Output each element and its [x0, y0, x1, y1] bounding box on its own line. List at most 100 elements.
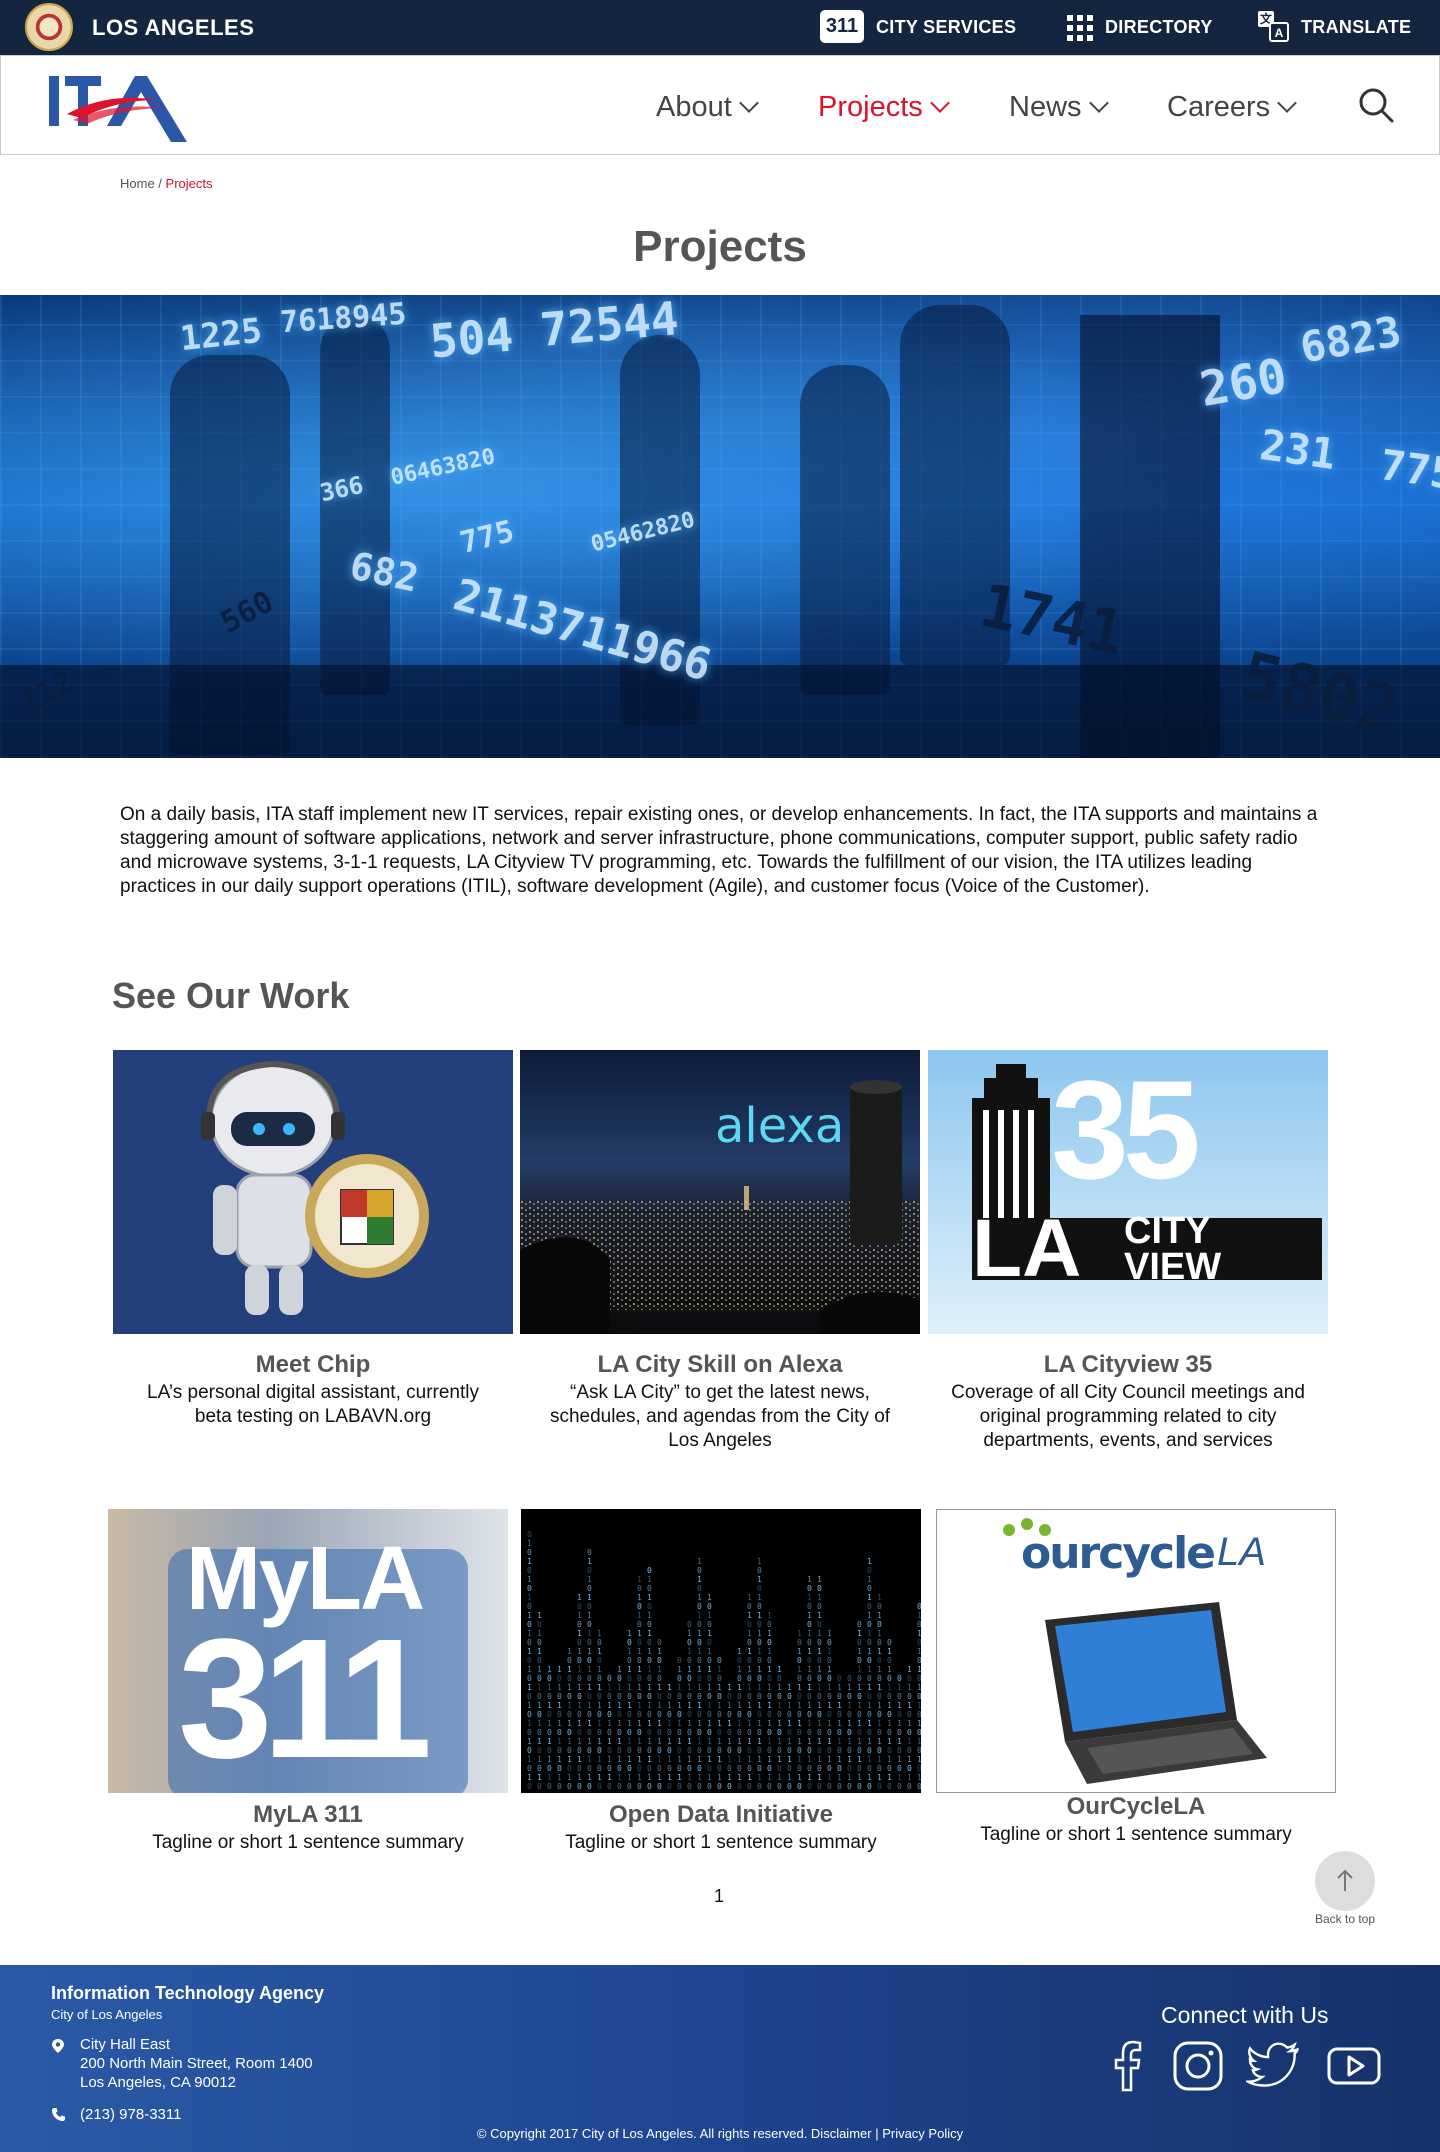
- search-icon[interactable]: [1357, 86, 1395, 124]
- svg-text:1: 1: [527, 1773, 532, 1782]
- svg-text:0: 0: [647, 1638, 652, 1647]
- facebook-icon[interactable]: [1100, 2038, 1156, 2094]
- svg-text:1: 1: [757, 1665, 762, 1674]
- nav-careers[interactable]: Careers: [1167, 91, 1298, 124]
- svg-text:1: 1: [637, 1701, 642, 1710]
- svg-text:0: 0: [757, 1602, 762, 1611]
- breadcrumb-home[interactable]: Home: [120, 176, 155, 191]
- twitter-icon[interactable]: [1246, 2038, 1302, 2094]
- svg-text:1: 1: [917, 1629, 921, 1638]
- svg-text:0: 0: [877, 1746, 882, 1755]
- svg-text:1: 1: [917, 1665, 921, 1674]
- svg-text:1: 1: [697, 1557, 702, 1566]
- svg-text:1: 1: [657, 1755, 662, 1764]
- city-seal-icon[interactable]: [25, 3, 73, 51]
- translate-icon[interactable]: 文 A: [1256, 9, 1290, 43]
- svg-text:1: 1: [777, 1737, 782, 1746]
- svg-text:1: 1: [707, 1719, 712, 1728]
- svg-text:1: 1: [847, 1701, 852, 1710]
- svg-text:1: 1: [807, 1629, 812, 1638]
- nav-news[interactable]: News: [1009, 91, 1109, 124]
- page-number[interactable]: 1: [714, 1886, 724, 1907]
- hero-number: 775: [456, 513, 518, 562]
- svg-text:0: 0: [757, 1638, 762, 1647]
- svg-text:1: 1: [597, 1629, 602, 1638]
- svg-text:1: 1: [907, 1701, 912, 1710]
- nav-projects[interactable]: Projects: [818, 91, 950, 124]
- hero-silhouette: [800, 365, 890, 695]
- ita-logo[interactable]: [47, 74, 192, 142]
- svg-text:1: 1: [867, 1647, 872, 1656]
- card-title[interactable]: MyLA 311: [108, 1801, 508, 1829]
- svg-text:0: 0: [807, 1710, 812, 1719]
- project-card-ourcycle[interactable]: ourcycle LA OurCycleLA Tagline or short …: [936, 1509, 1336, 1847]
- svg-text:0: 0: [887, 1692, 892, 1701]
- svg-text:0: 0: [687, 1710, 692, 1719]
- svg-text:0: 0: [787, 1782, 792, 1791]
- svg-text:0: 0: [587, 1602, 592, 1611]
- nav-about[interactable]: About: [656, 91, 759, 124]
- svg-text:0: 0: [547, 1710, 552, 1719]
- instagram-icon[interactable]: [1170, 2038, 1226, 2094]
- card-title[interactable]: Meet Chip: [113, 1351, 513, 1379]
- svg-text:0: 0: [567, 1710, 572, 1719]
- back-to-top-button[interactable]: [1315, 1851, 1375, 1911]
- svg-text:0: 0: [797, 1728, 802, 1737]
- city-name[interactable]: LOS ANGELES: [92, 15, 254, 41]
- footer-phone[interactable]: (213) 978-3311: [80, 2106, 181, 2123]
- svg-text:1: 1: [577, 1755, 582, 1764]
- city-services-link[interactable]: CITY SERVICES: [876, 17, 1016, 38]
- svg-text:0: 0: [837, 1710, 842, 1719]
- svg-text:1: 1: [597, 1737, 602, 1746]
- card-title[interactable]: OurCycleLA: [936, 1793, 1336, 1821]
- svg-text:0: 0: [597, 1656, 602, 1665]
- svg-text:0: 0: [907, 1746, 912, 1755]
- project-card-opendata[interactable]: 0101010101010101010101010101001010101010…: [521, 1509, 921, 1855]
- project-card-alexa[interactable]: alexa LA City Skill on Alexa “Ask LA Cit…: [520, 1050, 920, 1453]
- svg-text:1: 1: [537, 1755, 542, 1764]
- translate-link[interactable]: TRANSLATE: [1301, 17, 1411, 38]
- project-card-chip[interactable]: Meet Chip LA’s personal digital assistan…: [113, 1050, 513, 1429]
- svg-text:1: 1: [537, 1665, 542, 1674]
- svg-text:1: 1: [557, 1719, 562, 1728]
- myla311-image[interactable]: MyLA 311: [108, 1509, 508, 1793]
- svg-text:1: 1: [707, 1647, 712, 1656]
- project-card-myla311[interactable]: MyLA 311 MyLA 311 Tagline or short 1 sen…: [108, 1509, 508, 1855]
- svg-text:0: 0: [747, 1638, 752, 1647]
- svg-text:0: 0: [827, 1746, 832, 1755]
- svg-text:0: 0: [547, 1692, 552, 1701]
- project-card-cityview[interactable]: 35 LA CITY VIEW LA Cityview 35 Coverage …: [928, 1050, 1328, 1453]
- opendata-image[interactable]: 0101010101010101010101010101001010101010…: [521, 1509, 921, 1793]
- card-title[interactable]: Open Data Initiative: [521, 1801, 921, 1829]
- svg-text:1: 1: [847, 1737, 852, 1746]
- svg-text:1: 1: [737, 1755, 742, 1764]
- svg-text:0: 0: [697, 1602, 702, 1611]
- svg-text:1: 1: [687, 1683, 692, 1692]
- directory-grid-icon[interactable]: [1067, 15, 1093, 41]
- ourcycle-image[interactable]: ourcycle LA: [936, 1509, 1336, 1793]
- cityview-image[interactable]: 35 LA CITY VIEW: [928, 1050, 1328, 1334]
- card-title[interactable]: LA City Skill on Alexa: [520, 1351, 920, 1379]
- 311-badge-icon[interactable]: 311: [820, 10, 864, 43]
- svg-text:0: 0: [777, 1746, 782, 1755]
- youtube-icon[interactable]: [1326, 2038, 1382, 2094]
- svg-text:1: 1: [587, 1575, 592, 1584]
- svg-text:0: 0: [867, 1710, 872, 1719]
- svg-text:1: 1: [917, 1737, 921, 1746]
- alexa-image[interactable]: alexa: [520, 1050, 920, 1334]
- svg-text:0: 0: [837, 1782, 842, 1791]
- footer-copyright[interactable]: © Copyright 2017 City of Los Angeles. Al…: [0, 2126, 1440, 2141]
- svg-text:1: 1: [857, 1719, 862, 1728]
- svg-text:0: 0: [597, 1692, 602, 1701]
- chip-image[interactable]: [113, 1050, 513, 1334]
- svg-text:0: 0: [577, 1602, 582, 1611]
- back-to-top-label[interactable]: Back to top: [1303, 1912, 1387, 1926]
- svg-text:1: 1: [597, 1683, 602, 1692]
- svg-text:1: 1: [637, 1719, 642, 1728]
- svg-text:0: 0: [547, 1782, 552, 1791]
- svg-text:1: 1: [727, 1701, 732, 1710]
- svg-text:0: 0: [537, 1764, 542, 1773]
- directory-link[interactable]: DIRECTORY: [1105, 17, 1213, 38]
- svg-text:0: 0: [797, 1782, 802, 1791]
- card-title[interactable]: LA Cityview 35: [928, 1351, 1328, 1379]
